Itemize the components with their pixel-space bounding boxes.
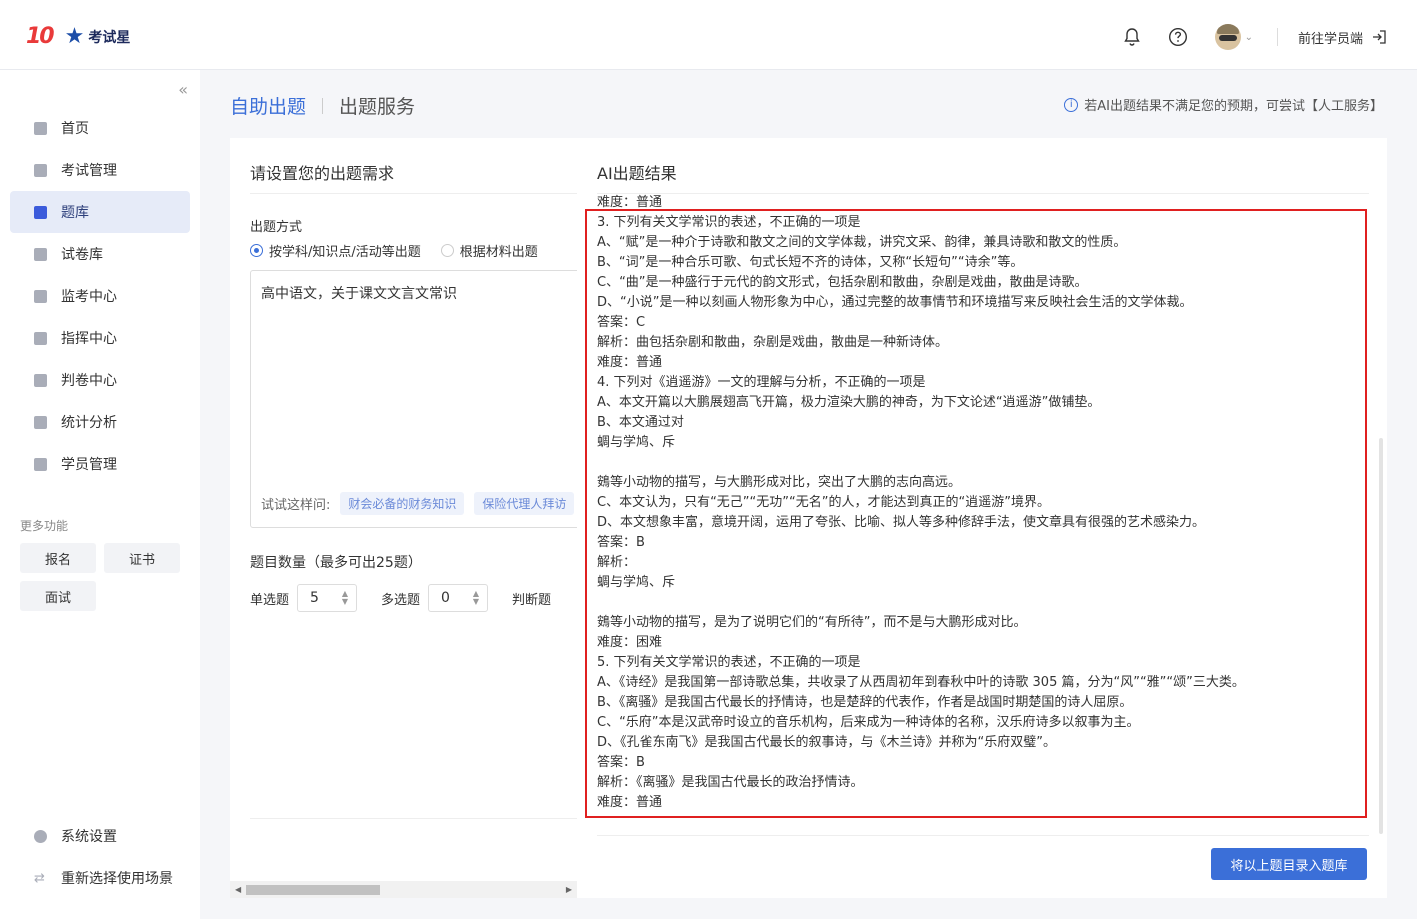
notice-text[interactable]: 若AI出题结果不满足您的预期，可尝试【人工服务】 xyxy=(1084,95,1383,114)
method-label: 出题方式 xyxy=(250,220,303,235)
tab-self-service[interactable]: 自助出题 xyxy=(230,92,306,119)
sidebar-item-grading[interactable]: 判卷中心 xyxy=(10,359,190,401)
tab-question-service[interactable]: 出题服务 xyxy=(339,92,415,119)
location-icon xyxy=(34,289,47,303)
radio-by-material-label[interactable]: 根据材料出题 xyxy=(460,241,538,260)
sidebar-item-statistics[interactable]: 统计分析 xyxy=(10,401,190,443)
more-features-title: 更多功能 xyxy=(20,519,69,533)
bar-chart-icon xyxy=(34,415,47,429)
horizontal-scrollbar[interactable]: ◀ ▶ xyxy=(230,881,577,898)
single-choice-value: 5 xyxy=(310,590,319,606)
sidebar-item-exams[interactable]: 考试管理 xyxy=(10,149,190,191)
divider xyxy=(250,818,577,819)
sidebar-item-label: 判卷中心 xyxy=(61,373,117,389)
sidebar-item-home[interactable]: 首页 xyxy=(10,107,190,149)
sidebar-item-label: 指挥中心 xyxy=(61,331,117,347)
question-count-row: 单选题 5 ▲ ▼ 多选题 0 ▲ ▼ 判断题 xyxy=(250,584,551,612)
goto-student-label: 前往学员端 xyxy=(1297,31,1363,47)
brand-name: 考试星 xyxy=(88,29,131,46)
grid-icon xyxy=(34,121,47,135)
book-icon xyxy=(34,247,47,261)
true-false-label: 判断题 xyxy=(512,592,552,608)
sidebar-item-label: 学员管理 xyxy=(61,457,117,473)
method-radio-group: 按学科/知识点/活动等出题 根据材料出题 xyxy=(250,241,538,260)
star-icon: ★ xyxy=(64,23,85,49)
sidebar-nav: 首页 考试管理 题库 试卷库 监考中心 指挥中心 判卷中心 统计分析 学员管理 xyxy=(10,107,190,485)
divider xyxy=(250,193,577,194)
sidebar-item-label: 首页 xyxy=(61,121,89,137)
sidebar-item-label: 考试管理 xyxy=(61,163,117,179)
sidebar: « 首页 考试管理 题库 试卷库 监考中心 指挥中心 判卷中心 统计分析 学员管… xyxy=(0,70,200,919)
stepper-arrows-icon[interactable]: ▲ ▼ xyxy=(473,590,479,606)
sidebar-item-label: 试卷库 xyxy=(61,247,103,263)
suggestion-chip[interactable]: 财会必备的财务知识 xyxy=(340,492,465,515)
sidebar-item-switch-scene[interactable]: ⇄ 重新选择使用场景 xyxy=(10,857,190,899)
divider xyxy=(597,835,1369,836)
stepper-arrows-icon[interactable]: ▲ ▼ xyxy=(342,590,348,606)
requirement-input[interactable]: 高中语文，关于课文文言文常识 试试这样问: 财会必备的财务知识 保险代理人拜访 xyxy=(250,270,577,528)
monitor-icon xyxy=(34,331,47,345)
result-title: AI出题结果 xyxy=(597,164,677,183)
result-panel: AI出题结果 难度：普通 3. 下列有关文学常识的表述，不正确的一项是 A、“赋”是… xyxy=(577,138,1387,898)
highlight-box xyxy=(585,209,1367,818)
grading-icon xyxy=(34,373,47,387)
divider xyxy=(322,97,324,114)
gear-icon xyxy=(34,829,47,843)
multi-choice-label: 多选题 xyxy=(381,592,421,608)
import-to-bank-button[interactable]: 将以上题目录入题库 xyxy=(1211,848,1367,880)
scroll-left-icon[interactable]: ◀ xyxy=(235,885,241,894)
bell-icon[interactable] xyxy=(1121,26,1143,48)
swap-icon: ⇄ xyxy=(34,870,45,886)
sidebar-item-question-bank[interactable]: 题库 xyxy=(10,191,190,233)
requirement-input-value: 高中语文，关于课文文言文常识 xyxy=(261,286,457,302)
sidebar-item-label: 统计分析 xyxy=(61,415,117,431)
suggestions: 试试这样问: 财会必备的财务知识 保险代理人拜访 xyxy=(261,492,575,515)
try-label: 试试这样问: xyxy=(261,498,331,513)
radio-by-material[interactable] xyxy=(440,244,454,257)
collapse-sidebar-icon[interactable]: « xyxy=(178,80,188,99)
avatar[interactable] xyxy=(1214,24,1241,50)
interview-button[interactable]: 面试 xyxy=(20,581,96,611)
exit-icon xyxy=(1373,30,1386,44)
goto-student-button[interactable]: 前往学员端 xyxy=(1298,28,1387,47)
sidebar-item-label: 监考中心 xyxy=(61,289,117,305)
scroll-right-icon[interactable]: ▶ xyxy=(566,885,572,894)
settings-title: 请设置您的出题需求 xyxy=(250,164,395,183)
multi-choice-value: 0 xyxy=(441,590,450,606)
sidebar-item-students[interactable]: 学员管理 xyxy=(10,443,190,485)
sidebar-item-settings[interactable]: 系统设置 xyxy=(10,815,190,857)
sidebar-item-command[interactable]: 指挥中心 xyxy=(10,317,190,359)
scrollbar-thumb[interactable] xyxy=(246,885,380,895)
info-icon: i xyxy=(1064,97,1079,112)
sidebar-item-proctoring[interactable]: 监考中心 xyxy=(10,275,190,317)
chevron-down-icon[interactable]: ⌄ xyxy=(1245,32,1253,43)
breadcrumb: 自助出题 出题服务 xyxy=(230,92,415,119)
sidebar-item-papers[interactable]: 试卷库 xyxy=(10,233,190,275)
document-icon xyxy=(34,205,47,219)
single-choice-stepper[interactable]: 5 ▲ ▼ xyxy=(297,584,358,612)
logo-mark: 10 xyxy=(26,24,55,49)
divider xyxy=(1276,28,1278,46)
sidebar-item-label: 重新选择使用场景 xyxy=(61,871,173,887)
multi-choice-stepper[interactable]: 0 ▲ ▼ xyxy=(428,584,489,612)
clipboard-icon xyxy=(34,163,47,177)
help-icon[interactable] xyxy=(1167,26,1189,48)
top-bar: 10 ★ 考试星 ⌄ 前往学员端 xyxy=(0,0,1417,70)
logo[interactable]: 10 ★ 考试星 xyxy=(26,24,130,49)
sidebar-item-label: 系统设置 xyxy=(61,829,117,845)
vertical-scrollbar[interactable] xyxy=(1379,438,1383,834)
count-label: 题目数量（最多可出25题） xyxy=(250,555,422,571)
notice: i 若AI出题结果不满足您的预期，可尝试【人工服务】 xyxy=(1064,95,1383,114)
certificate-button[interactable]: 证书 xyxy=(104,543,180,573)
radio-by-subject[interactable] xyxy=(250,244,263,257)
settings-panel: 请设置您的出题需求 出题方式 按学科/知识点/活动等出题 根据材料出题 高中语文… xyxy=(230,138,577,898)
radio-by-subject-label[interactable]: 按学科/知识点/活动等出题 xyxy=(269,241,421,260)
sidebar-item-label: 题库 xyxy=(61,205,89,221)
suggestion-chip[interactable]: 保险代理人拜访 xyxy=(474,492,575,515)
signup-button[interactable]: 报名 xyxy=(20,543,96,573)
single-choice-label: 单选题 xyxy=(250,592,290,608)
user-card-icon xyxy=(34,457,47,471)
